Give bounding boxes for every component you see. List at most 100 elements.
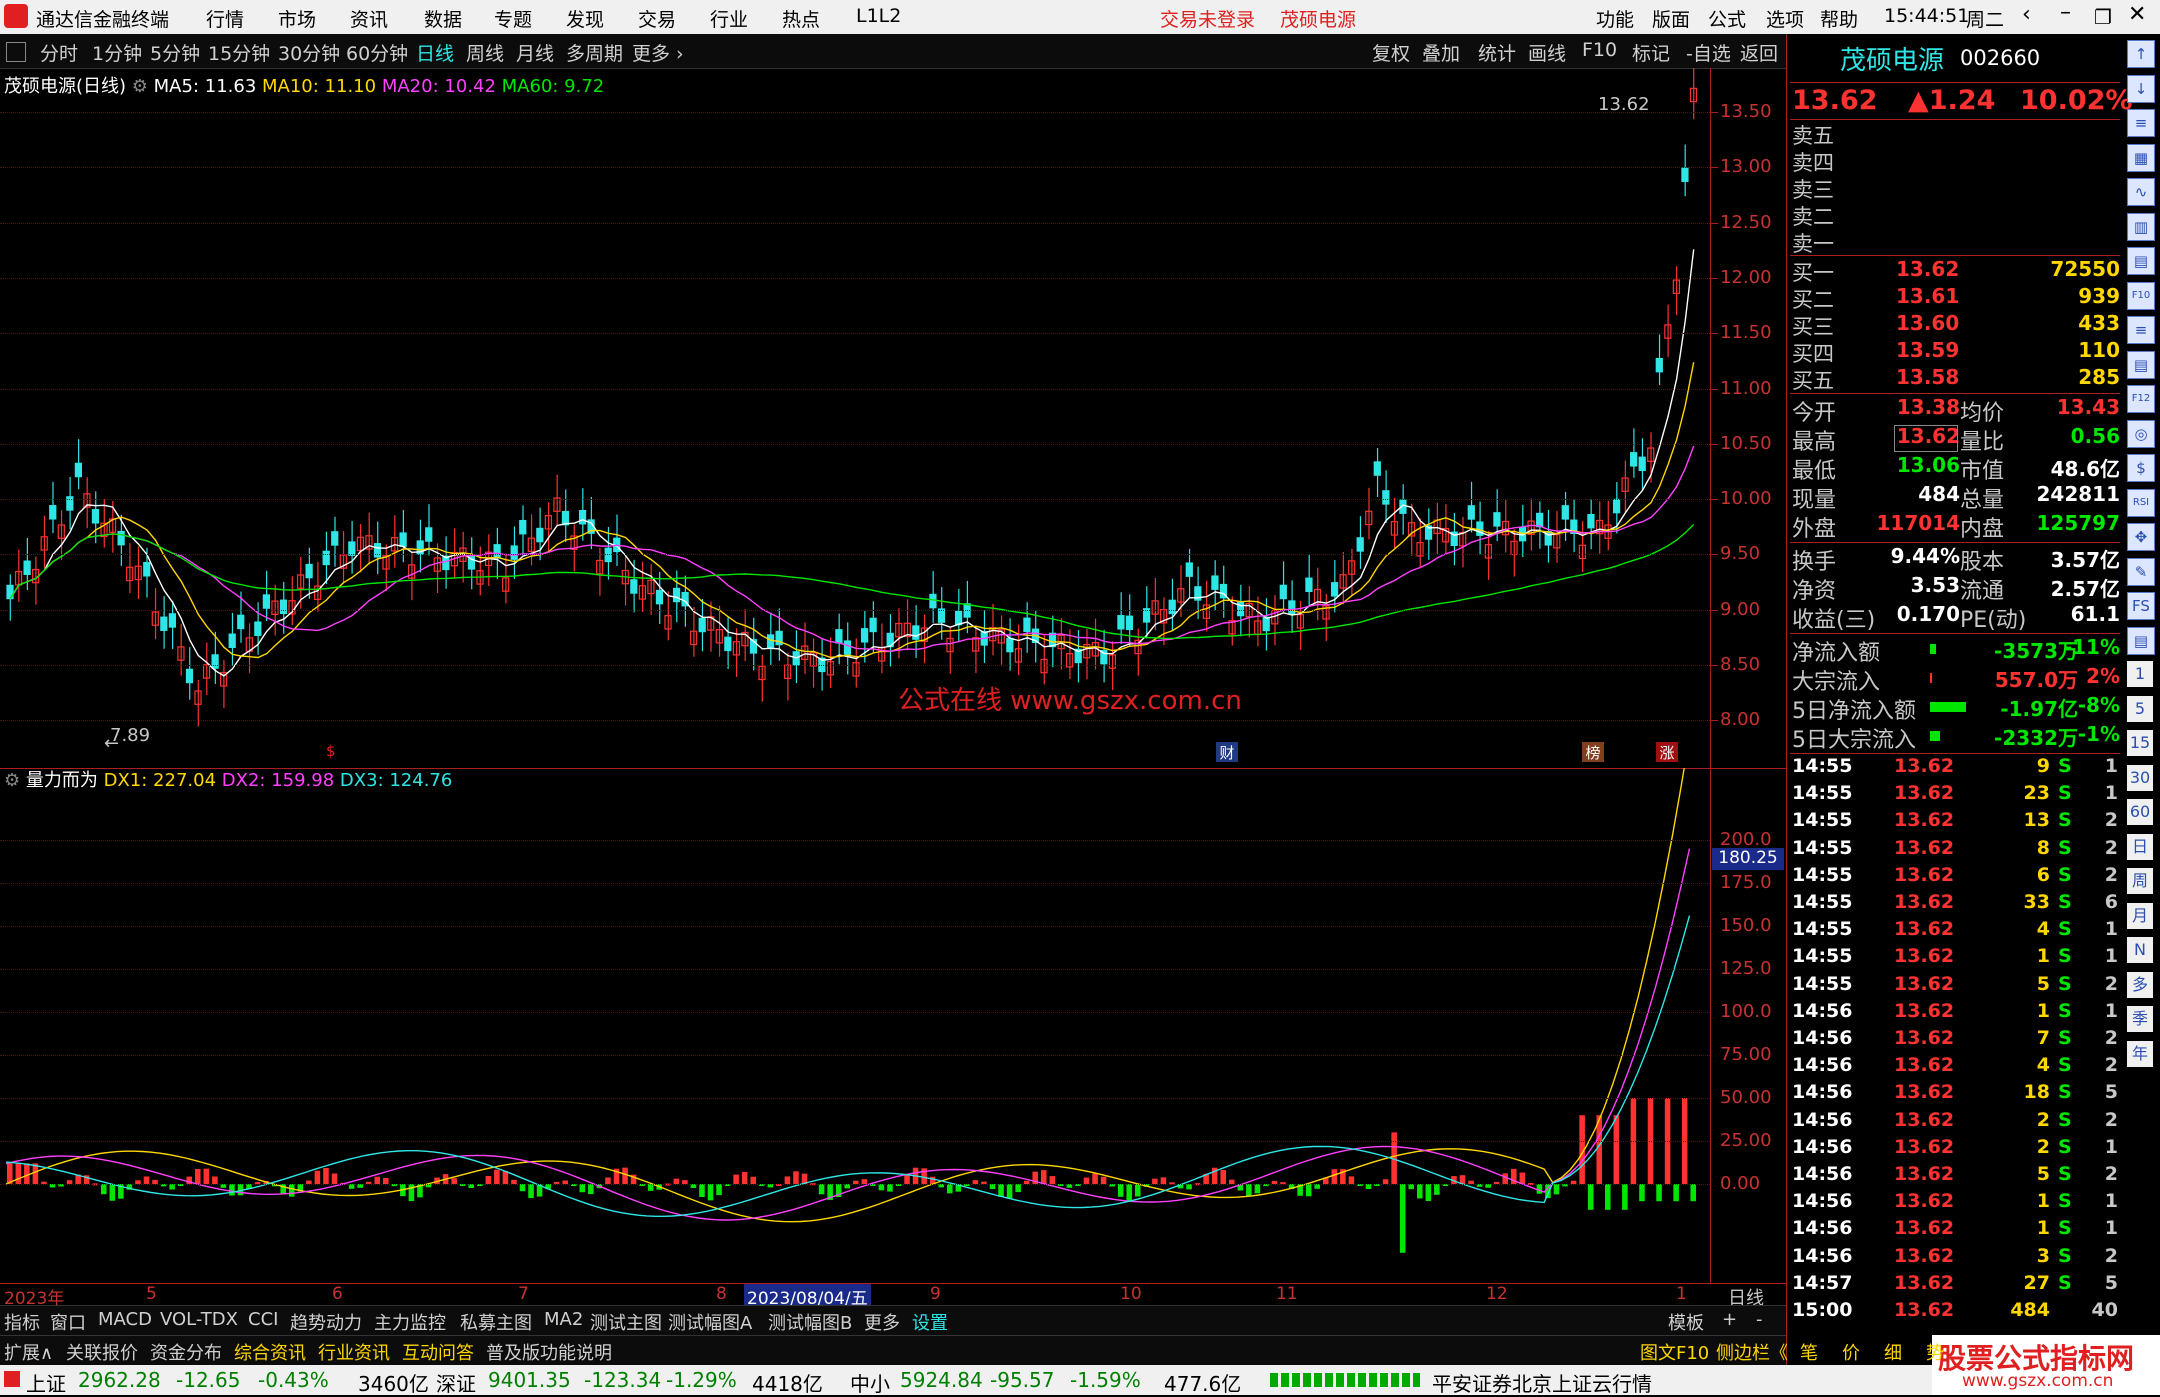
event-marker[interactable]: $: [326, 742, 336, 760]
info-tab-1[interactable]: 关联报价: [66, 1339, 138, 1365]
template-btn-0[interactable]: 模板: [1668, 1309, 1704, 1335]
side-icon-11[interactable]: ◎: [2127, 419, 2155, 448]
side-icon-27[interactable]: 多: [2127, 971, 2153, 998]
info-tab-0[interactable]: 扩展∧: [4, 1339, 53, 1365]
right-menu-2[interactable]: 公式: [1708, 5, 1746, 32]
indicator-tab-6[interactable]: 主力监控: [374, 1309, 446, 1335]
indicator-tab-5[interactable]: 趋势动力: [290, 1309, 362, 1335]
limit-up-marker[interactable]: 涨: [1656, 742, 1678, 762]
period-tab-4[interactable]: 30分钟: [278, 39, 340, 66]
side-icon-16[interactable]: FS: [2127, 592, 2155, 620]
indicator-tab-3[interactable]: VOL-TDX: [160, 1309, 238, 1330]
template-btn-1[interactable]: +: [1722, 1309, 1737, 1330]
side-icon-4[interactable]: ∿: [2127, 178, 2155, 206]
menu-0[interactable]: 行情: [206, 5, 244, 32]
side-icon-21[interactable]: 30: [2127, 764, 2153, 791]
menu-6[interactable]: 交易: [638, 5, 676, 32]
panel-tab-3[interactable]: 价: [1842, 1339, 1860, 1365]
side-icon-9[interactable]: ▤: [2127, 350, 2155, 379]
candlestick-chart[interactable]: [0, 68, 1786, 768]
tool-5[interactable]: 标记: [1632, 39, 1670, 66]
rank-marker[interactable]: 榜: [1582, 742, 1604, 762]
indicator-tab-12[interactable]: 更多: [864, 1309, 900, 1335]
indicator-tab-10[interactable]: 测试幅图A: [668, 1309, 752, 1335]
server-name[interactable]: 平安证券北京上证云行情: [1432, 1368, 1652, 1397]
menu-2[interactable]: 资讯: [350, 5, 388, 32]
menu-3[interactable]: 数据: [424, 5, 462, 32]
right-menu-0[interactable]: 功能: [1596, 5, 1634, 32]
panel-tab-2[interactable]: 笔: [1800, 1339, 1818, 1365]
indicator-tab-7[interactable]: 私募主图: [460, 1309, 532, 1335]
side-icon-13[interactable]: RSI: [2127, 488, 2155, 517]
period-tab-2[interactable]: 5分钟: [150, 39, 200, 66]
panel-tab-0[interactable]: 图文F10: [1640, 1339, 1709, 1365]
collapse-icon[interactable]: [6, 42, 26, 62]
indicator-tab-8[interactable]: MA2: [544, 1309, 583, 1330]
tool-3[interactable]: 画线: [1528, 39, 1566, 66]
tool-0[interactable]: 复权: [1372, 39, 1410, 66]
side-icon-7[interactable]: F10: [2127, 281, 2155, 310]
trade-status[interactable]: 交易未登录: [1160, 5, 1255, 32]
finance-marker[interactable]: 财: [1216, 742, 1238, 762]
menu-5[interactable]: 发现: [566, 5, 604, 32]
side-icon-5[interactable]: ▥: [2127, 212, 2155, 241]
side-icon-10[interactable]: F12: [2127, 385, 2155, 413]
menu-8[interactable]: 热点: [782, 5, 820, 32]
template-btn-2[interactable]: -: [1756, 1309, 1763, 1330]
indicator-tab-0[interactable]: 指标: [4, 1309, 40, 1335]
back-icon[interactable]: ‹: [2022, 2, 2031, 27]
menu-1[interactable]: 市场: [278, 5, 316, 32]
indicator-tab-11[interactable]: 测试幅图B: [768, 1309, 852, 1335]
minimize-icon[interactable]: –: [2060, 0, 2071, 25]
close-icon[interactable]: ✕: [2128, 2, 2146, 27]
info-tab-2[interactable]: 资金分布: [150, 1339, 222, 1365]
sz-label[interactable]: 深证: [436, 1368, 476, 1397]
side-icon-1[interactable]: ↓: [2127, 74, 2155, 103]
menu-9[interactable]: L1L2: [856, 5, 901, 27]
indicator-tab-1[interactable]: 窗口: [50, 1309, 86, 1335]
side-icon-6[interactable]: ▤: [2127, 247, 2155, 275]
side-icon-2[interactable]: ≡: [2127, 109, 2155, 137]
period-tab-7[interactable]: 周线: [466, 39, 504, 66]
period-tab-6[interactable]: 日线: [416, 39, 454, 66]
side-icon-22[interactable]: 60: [2127, 799, 2153, 825]
menu-7[interactable]: 行业: [710, 5, 748, 32]
zx-label[interactable]: 中小: [850, 1368, 890, 1397]
period-tab-0[interactable]: 分时: [40, 39, 78, 66]
period-tab-3[interactable]: 15分钟: [208, 39, 270, 66]
side-icon-0[interactable]: ↑: [2127, 40, 2155, 68]
side-icon-25[interactable]: 月: [2127, 902, 2153, 929]
tool-6[interactable]: -自选: [1686, 39, 1731, 66]
period-tab-5[interactable]: 60分钟: [346, 39, 408, 66]
right-menu-4[interactable]: 帮助: [1820, 5, 1858, 32]
panel-tab-5[interactable]: 势: [1926, 1339, 1944, 1365]
menu-4[interactable]: 专题: [494, 5, 532, 32]
side-icon-19[interactable]: 5: [2127, 695, 2153, 722]
panel-tab-4[interactable]: 细: [1884, 1339, 1902, 1365]
side-icon-14[interactable]: ✥: [2127, 523, 2155, 551]
side-icon-18[interactable]: 1: [2127, 661, 2153, 687]
indicator-tab-13[interactable]: 设置: [912, 1309, 948, 1335]
info-tab-5[interactable]: 互动问答: [402, 1339, 474, 1365]
right-menu-3[interactable]: 选项: [1766, 5, 1804, 32]
side-icon-15[interactable]: ✎: [2127, 557, 2155, 586]
sh-label[interactable]: 上证: [26, 1368, 66, 1397]
side-icon-12[interactable]: $: [2127, 454, 2155, 482]
tool-7[interactable]: 返回: [1740, 39, 1778, 66]
tool-4[interactable]: F10: [1582, 39, 1617, 61]
info-tab-6[interactable]: 普及版功能说明: [486, 1339, 612, 1365]
side-icon-28[interactable]: 季: [2127, 1006, 2153, 1032]
indicator-tab-2[interactable]: MACD: [98, 1309, 152, 1330]
tool-2[interactable]: 统计: [1478, 39, 1516, 66]
right-menu-1[interactable]: 版面: [1652, 5, 1690, 32]
side-icon-29[interactable]: 年: [2127, 1040, 2153, 1067]
indicator-tab-9[interactable]: 测试主图: [590, 1309, 662, 1335]
period-tab-9[interactable]: 多周期: [566, 39, 623, 66]
side-icon-8[interactable]: ≡: [2127, 316, 2155, 344]
period-tab-1[interactable]: 1分钟: [92, 39, 142, 66]
info-tab-4[interactable]: 行业资讯: [318, 1339, 390, 1365]
indicator-chart[interactable]: [0, 768, 1786, 1283]
period-tab-10[interactable]: 更多 ›: [632, 39, 684, 66]
restore-icon[interactable]: ❐: [2094, 5, 2112, 29]
panel-tab-1[interactable]: 侧边栏《: [1716, 1339, 1788, 1365]
